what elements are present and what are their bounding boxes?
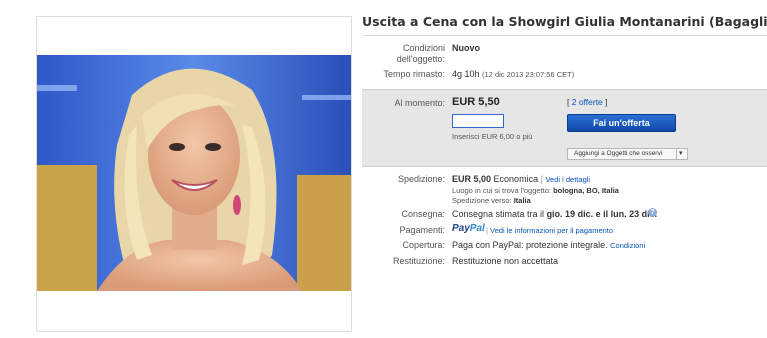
paypal-logo-pay: Pay xyxy=(452,223,470,234)
item-location-label: Luogo in cui si trova l'oggetto: xyxy=(452,186,551,195)
item-photo[interactable] xyxy=(37,55,351,291)
paypal-logo-pal: Pal xyxy=(469,223,485,234)
paypal-logo: PayPal xyxy=(452,223,485,234)
time-left-label: Tempo rimasto: xyxy=(383,69,445,79)
payment-info: | Vedi le informazioni per il pagamento xyxy=(486,225,613,236)
shipping-separator: | xyxy=(540,174,543,184)
time-left-end-date: (12 dic 2013 23:07:56 CET) xyxy=(482,70,575,79)
watchlist-label: Aggiungi a Oggetti che osservi xyxy=(574,150,663,157)
item-photo-frame xyxy=(36,16,352,332)
shipping-cost: EUR 5,00 xyxy=(452,174,492,184)
coverage-label: Copertura: xyxy=(402,240,445,250)
condition-label-line2: dell'oggetto: xyxy=(396,54,445,64)
returns-label: Restituzione: xyxy=(392,256,445,266)
delivery-estimate: Consegna stimata tra il gio. 19 dic. e i… xyxy=(452,209,657,220)
offers-link[interactable]: 2 offerte xyxy=(572,97,603,107)
coverage-info: Paga con PayPal: protezione integrale. C… xyxy=(452,240,645,251)
shipping-line: EUR 5,00 Economica | Vedi i dettagli xyxy=(452,174,590,185)
listing-title: Uscita a Cena con la Showgirl Giulia Mon… xyxy=(362,14,767,29)
payment-separator: | xyxy=(486,226,488,235)
chevron-down-icon[interactable]: ▾ xyxy=(679,149,683,159)
coverage-text: Paga con PayPal: protezione integrale. xyxy=(452,240,608,250)
delivery-prefix: Consegna stimata tra il xyxy=(452,209,545,219)
title-divider xyxy=(362,35,767,36)
payment-info-link[interactable]: Vedi le informazioni per il pagamento xyxy=(490,226,613,235)
item-location-value: bologna, BO, Italia xyxy=(553,186,619,195)
coverage-terms-link[interactable]: Condizioni xyxy=(610,241,645,250)
offers-count: [ 2 offerte ] xyxy=(567,97,608,107)
delivery-label: Consegna: xyxy=(401,209,445,219)
bid-amount-input[interactable] xyxy=(452,114,504,128)
watchlist-divider xyxy=(676,149,677,159)
ships-to-label: Spedizione verso: xyxy=(452,196,512,205)
condition-label-line1: Condizioni xyxy=(402,43,445,53)
help-icon[interactable]: ? xyxy=(648,208,657,217)
ships-to-value: Italia xyxy=(513,196,531,205)
offers-bracket-open: [ xyxy=(567,97,570,107)
time-left-value: 4g 10h (12 dic 2013 23:07:56 CET) xyxy=(452,69,574,80)
shipping-label: Spedizione: xyxy=(397,174,445,184)
current-price-label: Al momento: xyxy=(394,98,445,108)
shipping-details-link[interactable]: Vedi i dettagli xyxy=(545,175,590,184)
ships-to: Spedizione verso: Italia xyxy=(452,195,531,206)
bid-hint: Inserisci EUR 6,00 o più xyxy=(452,132,533,141)
condition-value: Nuovo xyxy=(452,43,480,53)
time-left-duration: 4g 10h xyxy=(452,69,480,79)
payment-label: Pagamenti: xyxy=(399,225,445,235)
shipping-method: Economica xyxy=(493,174,539,184)
current-price: EUR 5,50 xyxy=(452,96,500,108)
condition-label: Condizioni dell'oggetto: xyxy=(362,43,445,65)
delivery-range: gio. 19 dic. e il lun. 23 dic. xyxy=(546,209,658,219)
place-bid-button[interactable]: Fai un'offerta xyxy=(567,114,676,132)
returns-value: Restituzione non accettata xyxy=(452,256,559,266)
add-to-watchlist-button[interactable]: Aggiungi a Oggetti che osservi ▾ xyxy=(567,148,688,160)
offers-bracket-close: ] xyxy=(605,97,608,107)
